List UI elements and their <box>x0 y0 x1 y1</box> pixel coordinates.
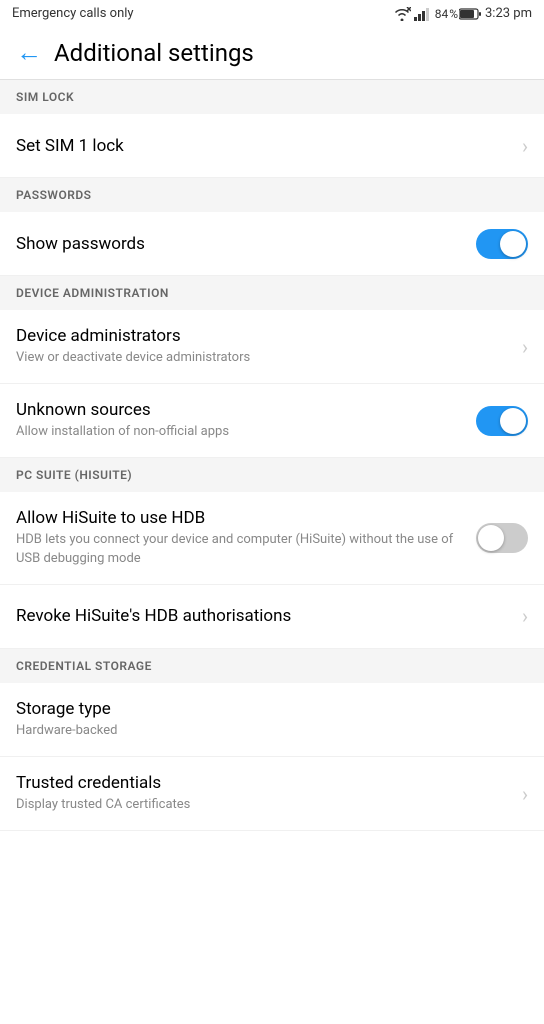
list-item-title-device-administrators: Device administrators <box>16 326 510 346</box>
battery-icon: 84% <box>435 7 481 21</box>
toggle-unknown-sources[interactable] <box>476 406 528 436</box>
list-item-subtitle-trusted-credentials: Display trusted CA certificates <box>16 796 510 814</box>
status-bar: Emergency calls only 84% <box>0 0 544 27</box>
list-item-content-storage-type: Storage type Hardware-backed <box>16 699 528 740</box>
toggle-knob-show-passwords <box>500 231 526 257</box>
toggle-knob-allow-hisuite-hdb <box>478 525 504 551</box>
list-item-device-administrators[interactable]: Device administrators View or deactivate … <box>0 310 544 384</box>
section-header-sim-lock: SIM LOCK <box>0 80 544 114</box>
back-button[interactable]: ← <box>16 40 42 66</box>
toggle-knob-unknown-sources <box>500 408 526 434</box>
list-item-subtitle-unknown-sources: Allow installation of non-official apps <box>16 423 464 441</box>
app-header: ← Additional settings <box>0 27 544 80</box>
list-item-content-unknown-sources: Unknown sources Allow installation of non… <box>16 400 476 441</box>
list-item-storage-type: Storage type Hardware-backed <box>0 683 544 757</box>
list-item-trusted-credentials[interactable]: Trusted credentials Display trusted CA ce… <box>0 757 544 831</box>
list-item-title-revoke-hisuite: Revoke HiSuite's HDB authorisations <box>16 606 510 626</box>
toggle-allow-hisuite-hdb[interactable] <box>476 523 528 553</box>
section-header-passwords: PASSWORDS <box>0 178 544 212</box>
list-item-title-trusted-credentials: Trusted credentials <box>16 773 510 793</box>
list-item-show-passwords[interactable]: Show passwords <box>0 212 544 276</box>
list-item-title-storage-type: Storage type <box>16 699 516 719</box>
list-item-content-allow-hisuite-hdb: Allow HiSuite to use HDB HDB lets you con… <box>16 508 476 567</box>
list-item-subtitle-device-administrators: View or deactivate device administrators <box>16 349 510 367</box>
time-display: 3:23 pm <box>485 6 532 21</box>
list-item-revoke-hisuite[interactable]: Revoke HiSuite's HDB authorisations › <box>0 585 544 649</box>
list-item-title-show-passwords: Show passwords <box>16 234 464 254</box>
list-item-subtitle-allow-hisuite-hdb: HDB lets you connect your device and com… <box>16 531 464 567</box>
list-item-title-unknown-sources: Unknown sources <box>16 400 464 420</box>
section-header-pc-suite: PC SUITE (HISUITE) <box>0 458 544 492</box>
settings-list: SIM LOCK Set SIM 1 lock › PASSWORDS Show pas… <box>0 80 544 831</box>
battery-shape <box>459 8 481 20</box>
list-item-content-trusted-credentials: Trusted credentials Display trusted CA ce… <box>16 773 522 814</box>
section-header-credential-storage: CREDENTIAL STORAGE <box>0 649 544 683</box>
list-item-content-show-passwords: Show passwords <box>16 234 476 254</box>
list-item-content-set-sim-lock: Set SIM 1 lock <box>16 136 522 156</box>
list-item-content-revoke-hisuite: Revoke HiSuite's HDB authorisations <box>16 606 522 626</box>
chevron-icon-set-sim-lock: › <box>522 134 528 158</box>
chevron-icon-revoke-hisuite: › <box>522 604 528 628</box>
list-item-unknown-sources[interactable]: Unknown sources Allow installation of non… <box>0 384 544 458</box>
list-item-allow-hisuite-hdb[interactable]: Allow HiSuite to use HDB HDB lets you con… <box>0 492 544 584</box>
signal-icon <box>414 7 432 21</box>
list-item-subtitle-storage-type: Hardware-backed <box>16 722 516 740</box>
list-item-title-allow-hisuite-hdb: Allow HiSuite to use HDB <box>16 508 464 528</box>
toggle-show-passwords[interactable] <box>476 229 528 259</box>
section-header-device-administration: DEVICE ADMINISTRATION <box>0 276 544 310</box>
chevron-icon-device-administrators: › <box>522 335 528 359</box>
list-item-title-set-sim-lock: Set SIM 1 lock <box>16 136 510 156</box>
chevron-icon-trusted-credentials: › <box>522 782 528 806</box>
status-right: 84% 3:23 pm <box>393 6 532 21</box>
status-icons: 84% <box>393 7 481 21</box>
list-item-content-device-administrators: Device administrators View or deactivate … <box>16 326 522 367</box>
wifi-icon <box>393 7 411 21</box>
page-title: Additional settings <box>54 39 254 67</box>
status-left: Emergency calls only <box>12 6 134 21</box>
list-item-set-sim-lock[interactable]: Set SIM 1 lock › <box>0 114 544 178</box>
